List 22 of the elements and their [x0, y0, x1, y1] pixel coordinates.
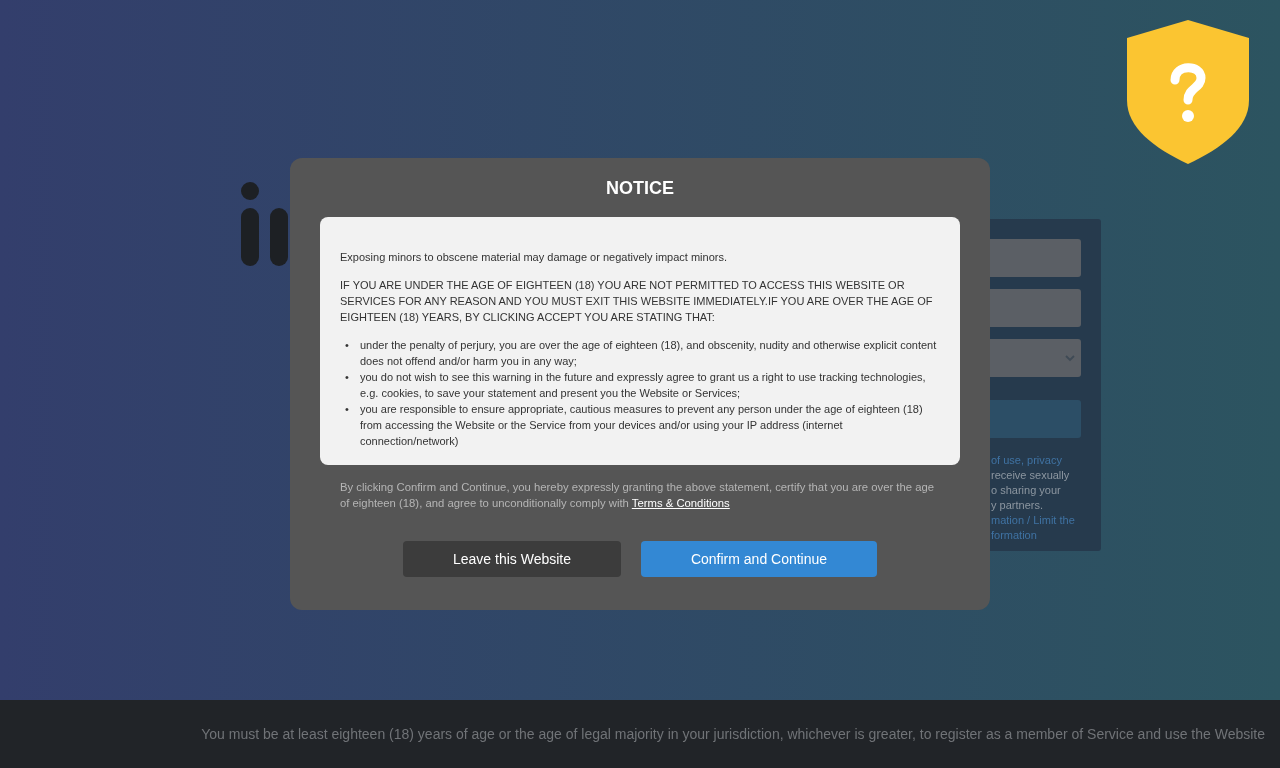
link[interactable]: formation — [991, 528, 1037, 543]
leave-button[interactable]: Leave this Website — [403, 541, 621, 577]
confirm-button[interactable]: Confirm and Continue — [641, 541, 877, 577]
link[interactable]: of use, privacy — [991, 453, 1062, 468]
warning-text: IF YOU ARE UNDER THE AGE OF EIGHTEEN (18) YOU ARE NOT PERMITTED TO ACCESS THIS WEBSITE OR SERVICES FOR ANY REASON AND YOU MUST EXIT THIS WEBSITE IMMEDIATELY.IF YOU ARE OVER THE AGE OF EIGHTEEN (18) YEARS, BY CLICKING ACCEPT YOU ARE STATING THAT: — [340, 278, 934, 325]
terms-link[interactable]: Terms & Conditions — [631, 497, 730, 509]
shield-question-icon[interactable] — [1127, 20, 1249, 164]
statement-item: under the penalty of perjury, you are over the age of eighteen (18), and obscenity, nudity and otherwise explicit content does not offend and/or harm you in any way; — [360, 338, 938, 369]
bullet: • — [345, 338, 350, 353]
link[interactable]: mation / Limit the — [991, 513, 1075, 528]
chevron-icon — [1065, 354, 1075, 362]
consent-text: By clicking Confirm and Continue, you hereby expressly granting the above statement, certify that you are over the age of eighteen (18), and agree to unconditionally comply with Terms & Conditions — [340, 480, 936, 511]
card-text: receive sexually — [991, 468, 1070, 483]
bullet: • — [345, 370, 350, 385]
intro-text: Exposing minors to obscene material may damage or negatively impact minors. — [340, 250, 728, 265]
bullet: • — [345, 402, 350, 417]
card-text: y partners. — [991, 498, 1043, 513]
footer-text: You must be at least eighteen (18) years of age or the age of legal majority in your jurisdiction, whichever is greater, to register as a member of Service and use the Website — [201, 726, 1265, 742]
card-text: o sharing your — [991, 483, 1061, 498]
dialog-title: NOTICE — [605, 178, 675, 198]
statement-item: you do not wish to see this warning in the future and expressly agree to grant us a right to use tracking technologies, e.g. cookies, to save your statement and present you the Website or Services; — [360, 370, 927, 401]
statement-item: you are responsible to ensure appropriate, cautious measures to prevent any person under the age of eighteen (18) from accessing the Website or the Service from your devices and/or using your IP address (internet connection/network) — [360, 402, 924, 449]
